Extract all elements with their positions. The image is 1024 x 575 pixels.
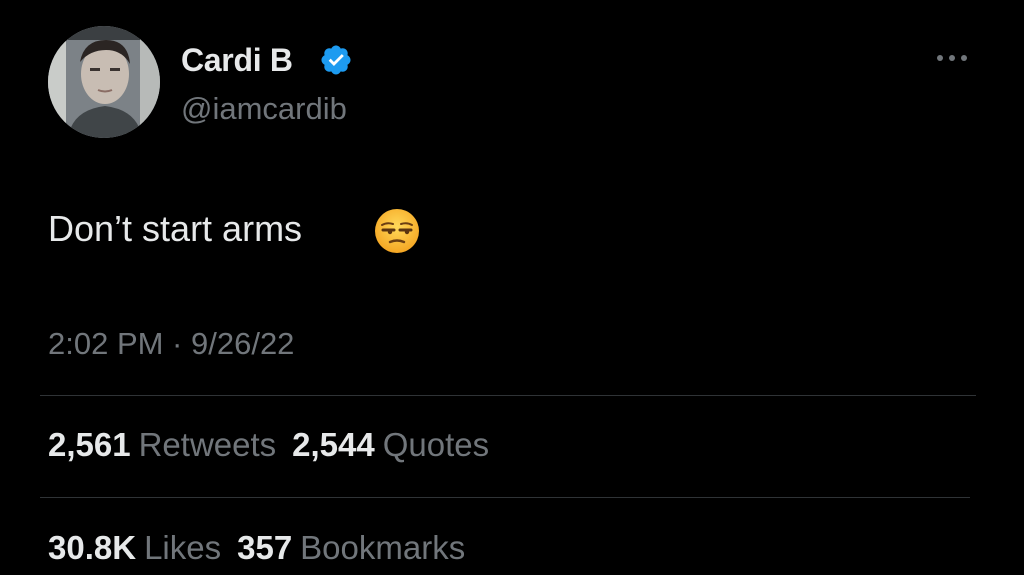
- likes-label: Likes: [144, 529, 222, 566]
- retweets-label: Retweets: [138, 426, 277, 463]
- avatar-image: [48, 26, 160, 138]
- tweet-text: Don’t start arms: [48, 208, 303, 249]
- retweets-count: 2,561: [48, 426, 131, 463]
- bookmarks-stat[interactable]: 357 Bookmarks: [237, 526, 465, 570]
- divider: [40, 395, 976, 396]
- stats-row-shares: 2,561 Retweets 2,544 Quotes: [48, 423, 505, 467]
- bookmarks-count: 357: [237, 529, 293, 566]
- user-handle[interactable]: @iamcardib: [181, 89, 347, 129]
- bookmarks-label: Bookmarks: [300, 529, 466, 566]
- verified-badge-icon: [321, 45, 351, 75]
- quotes-label: Quotes: [382, 426, 490, 463]
- more-horizontal-icon[interactable]: [928, 44, 976, 72]
- unamused-face-emoji-icon: [375, 209, 419, 253]
- quotes-count: 2,544: [292, 426, 375, 463]
- divider: [40, 497, 970, 498]
- tweet-timestamp[interactable]: 2:02 PM · 9/26/22: [48, 322, 294, 366]
- likes-stat[interactable]: 30.8K Likes: [48, 526, 221, 570]
- quotes-stat[interactable]: 2,544 Quotes: [292, 423, 489, 467]
- display-name[interactable]: Cardi B: [181, 40, 293, 80]
- likes-count: 30.8K: [48, 529, 137, 566]
- stats-row-engagement: 30.8K Likes 357 Bookmarks: [48, 526, 481, 570]
- avatar[interactable]: [48, 26, 160, 138]
- retweets-stat[interactable]: 2,561 Retweets: [48, 423, 276, 467]
- tweet-detail: Cardi B @iamcardib Don’t start arms 2:02…: [0, 0, 1024, 575]
